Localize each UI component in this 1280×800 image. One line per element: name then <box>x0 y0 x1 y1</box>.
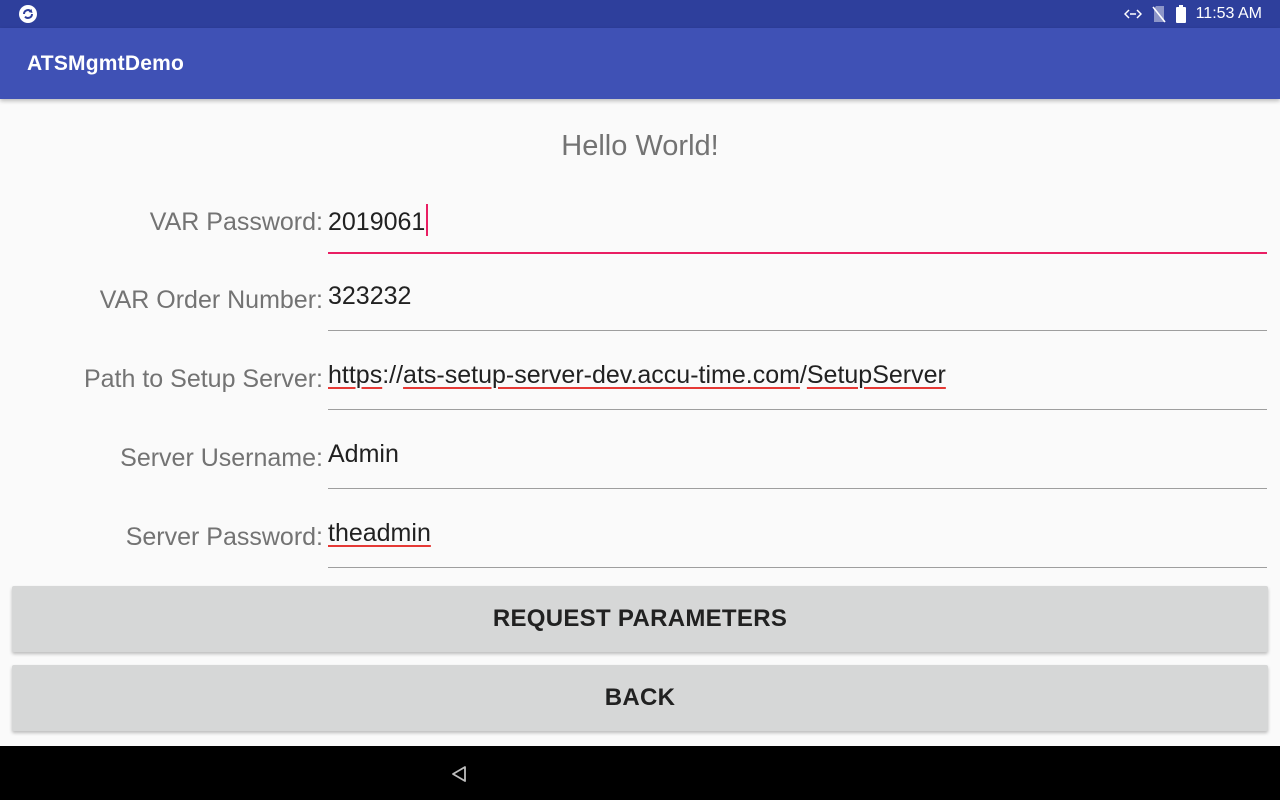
status-time: 11:53 AM <box>1195 5 1262 22</box>
hello-heading: Hello World! <box>561 130 719 162</box>
server-username-input[interactable]: Admin <box>328 440 1267 480</box>
battery-icon <box>1175 5 1186 23</box>
setup-server-path-row: Path to Setup Server: https://ats-setup-… <box>0 353 1280 431</box>
url-path: SetupServer <box>806 361 946 389</box>
server-password-label: Server Password: <box>125 523 323 551</box>
server-password-underline <box>328 567 1267 568</box>
back-triangle-icon[interactable] <box>448 763 470 785</box>
url-host: ats-setup-server-dev.accu-time.com <box>403 361 800 389</box>
no-sim-icon <box>1151 5 1166 23</box>
url-separator: :// <box>382 361 404 389</box>
status-bar: 11:53 AM <box>0 0 1280 28</box>
url-slash: / <box>799 361 807 389</box>
var-password-underline <box>328 252 1267 254</box>
app-bar: ATSMgmtDemo <box>0 28 1280 99</box>
main-content: Hello World! VAR Password: 2019061 VAR O… <box>0 99 1280 746</box>
back-button[interactable]: BACK <box>12 665 1268 731</box>
var-order-number-value: 323232 <box>328 282 412 310</box>
var-order-number-underline <box>328 330 1267 331</box>
setup-server-path-underline <box>328 409 1267 410</box>
var-password-value: 2019061 <box>328 208 426 236</box>
server-password-value: theadmin <box>328 519 431 547</box>
navigation-bar <box>0 746 1280 800</box>
server-password-row: Server Password: theadmin <box>0 511 1280 589</box>
server-username-label: Server Username: <box>120 444 323 472</box>
app-sync-icon <box>18 4 38 24</box>
server-username-value: Admin <box>328 440 399 468</box>
setup-server-path-input[interactable]: https://ats-setup-server-dev.accu-time.c… <box>328 361 1267 401</box>
var-order-number-row: VAR Order Number: 323232 <box>0 274 1280 352</box>
request-parameters-button[interactable]: REQUEST PARAMETERS <box>12 586 1268 652</box>
var-password-input[interactable]: 2019061 <box>328 204 1267 244</box>
var-order-number-input[interactable]: 323232 <box>328 282 1267 322</box>
var-password-label: VAR Password: <box>149 208 323 236</box>
app-title: ATSMgmtDemo <box>27 52 184 75</box>
var-order-number-label: VAR Order Number: <box>99 286 323 314</box>
text-caret <box>426 204 429 236</box>
server-password-input[interactable]: theadmin <box>328 519 1267 559</box>
var-password-row: VAR Password: 2019061 <box>0 196 1280 274</box>
status-icons: 11:53 AM <box>1123 0 1262 28</box>
setup-server-path-label: Path to Setup Server: <box>83 365 323 393</box>
server-username-row: Server Username: Admin <box>0 432 1280 510</box>
server-username-underline <box>328 488 1267 489</box>
data-arrows-icon <box>1123 7 1142 21</box>
url-scheme: https <box>328 361 383 389</box>
